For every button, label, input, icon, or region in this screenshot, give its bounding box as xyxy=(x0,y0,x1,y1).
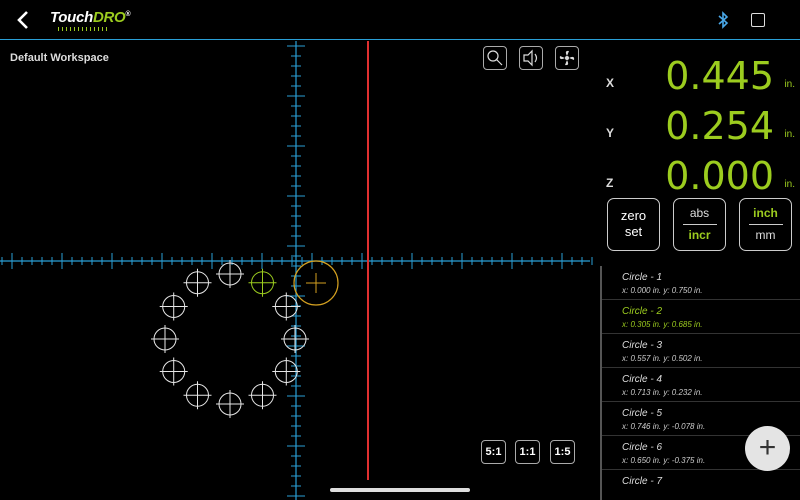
add-icon: + xyxy=(758,431,777,464)
x-axis-readout[interactable]: X 0.445 in. xyxy=(600,50,800,100)
logo-ruler xyxy=(58,27,108,31)
zoom-1-5-button[interactable]: 1:5 xyxy=(550,440,575,464)
touch-probe-icon xyxy=(487,50,503,66)
zero-set-button[interactable]: zero set xyxy=(607,198,660,251)
z-axis-readout[interactable]: Z 0.000 in. xyxy=(600,150,800,200)
toggle-divider xyxy=(682,224,717,225)
logo-registered-mark: ® xyxy=(125,11,131,18)
bluetooth-icon[interactable] xyxy=(716,11,730,29)
logo-main-text: Touch xyxy=(50,9,93,26)
x-axis-value: 0.445 xyxy=(665,54,774,98)
y-axis-unit: in. xyxy=(784,129,795,140)
list-item[interactable]: Circle - 4 x: 0.713 in. y: 0.232 in. xyxy=(602,368,800,402)
list-item[interactable]: Circle - 3 x: 0.557 in. y: 0.502 in. xyxy=(602,334,800,368)
point-coords: x: 0.000 in. y: 0.750 in. xyxy=(622,286,703,295)
bolt-hole[interactable] xyxy=(151,325,179,353)
incr-option: incr xyxy=(688,228,711,242)
y-axis-label: Y xyxy=(606,126,615,140)
z-axis-unit: in. xyxy=(784,179,795,190)
list-item[interactable]: Circle - 1 x: 0.000 in. y: 0.750 in. xyxy=(602,266,800,300)
point-coords: x: 0.305 in. y: 0.685 in. xyxy=(622,320,703,329)
zero-set-line1: zero xyxy=(620,208,647,223)
list-item[interactable]: Circle - 7 xyxy=(602,470,800,500)
workspace-canvas[interactable] xyxy=(0,41,600,500)
abs-incr-toggle[interactable]: abs incr xyxy=(673,198,726,251)
abs-option: abs xyxy=(689,206,710,220)
bolt-hole[interactable] xyxy=(216,260,244,288)
point-coords: x: 0.557 in. y: 0.502 in. xyxy=(622,354,703,363)
target-marker xyxy=(293,260,339,306)
point-name: Circle - 1 xyxy=(622,272,663,283)
x-axis-label: X xyxy=(606,76,615,90)
zero-set-line2: set xyxy=(624,224,643,239)
list-item-selected[interactable]: Circle - 2 x: 0.305 in. y: 0.685 in. xyxy=(602,300,800,334)
bolt-hole[interactable] xyxy=(159,292,188,321)
bolt-hole[interactable] xyxy=(183,268,212,297)
z-axis-label: Z xyxy=(606,176,614,190)
bolt-hole[interactable] xyxy=(248,268,277,297)
top-bar: TouchDRO® xyxy=(0,0,800,40)
y-axis-value: 0.254 xyxy=(665,104,774,148)
point-name: Circle - 5 xyxy=(622,408,663,419)
logo-accent-text: DRO xyxy=(92,9,126,26)
bolt-hole[interactable] xyxy=(183,381,212,410)
point-name: Circle - 7 xyxy=(622,476,663,487)
z-axis-value: 0.000 xyxy=(665,154,774,198)
bolt-hole[interactable] xyxy=(248,381,277,410)
bolt-circle-pattern xyxy=(151,260,309,418)
point-name: Circle - 4 xyxy=(622,374,663,385)
inch-option: inch xyxy=(753,206,778,220)
inch-mm-toggle[interactable]: inch mm xyxy=(739,198,792,251)
fan-settings-button[interactable] xyxy=(555,46,579,70)
bolt-hole[interactable] xyxy=(281,325,309,353)
arrow-back-icon[interactable] xyxy=(14,9,34,31)
y-axis-readout[interactable]: Y 0.254 in. xyxy=(600,100,800,150)
app-logo: TouchDRO® xyxy=(50,9,131,26)
sound-settings-button[interactable] xyxy=(519,46,543,70)
sound-settings-icon xyxy=(523,49,538,67)
touch-probe-button[interactable] xyxy=(483,46,507,70)
fullscreen-icon[interactable] xyxy=(751,13,765,27)
point-name: Circle - 2 xyxy=(622,306,663,317)
home-indicator xyxy=(330,488,470,492)
fan-settings-icon xyxy=(559,50,575,66)
zoom-5-1-button[interactable]: 5:1 xyxy=(481,440,506,464)
add-point-button[interactable]: + xyxy=(745,426,790,471)
point-coords: x: 0.713 in. y: 0.232 in. xyxy=(622,388,703,397)
mm-option: mm xyxy=(755,228,776,242)
toggle-divider xyxy=(748,224,783,225)
bolt-hole[interactable] xyxy=(159,357,188,386)
vertical-axis xyxy=(287,41,305,500)
point-name: Circle - 3 xyxy=(622,340,663,351)
zoom-1-1-button[interactable]: 1:1 xyxy=(515,440,540,464)
x-axis-unit: in. xyxy=(784,79,795,90)
bolt-hole[interactable] xyxy=(216,390,244,418)
